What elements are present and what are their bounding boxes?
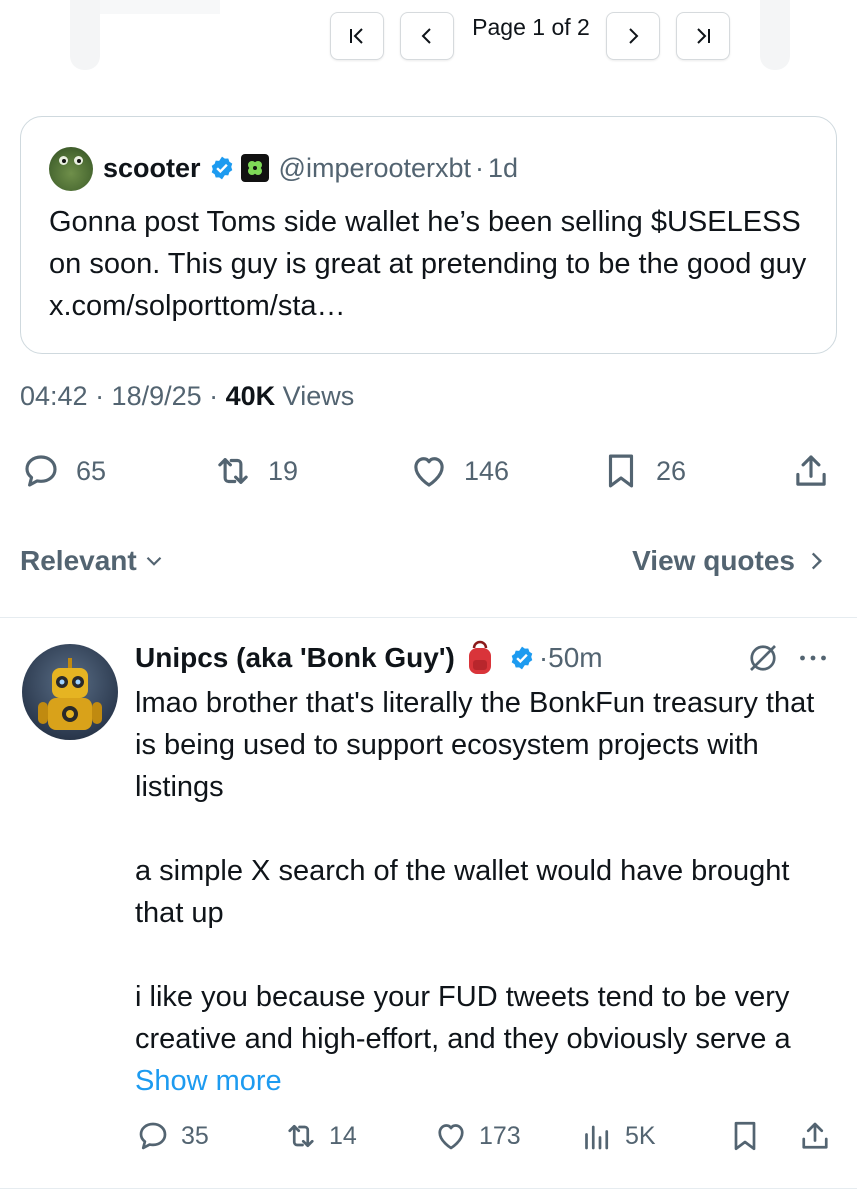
quoted-author-name[interactable]: scooter (103, 153, 201, 184)
share-button[interactable] (790, 450, 832, 492)
reply-icon (25, 455, 57, 487)
reply-text: lmao brother that's literally the BonkFu… (135, 682, 835, 1102)
next-page-button[interactable] (606, 12, 660, 60)
views-label: Views (275, 381, 355, 411)
view-quotes-label: View quotes (632, 545, 795, 576)
reply-author-avatar[interactable] (22, 644, 118, 740)
quoted-post-time: 1d (488, 152, 519, 183)
like-button[interactable]: 146 (408, 450, 509, 492)
view-quotes-link[interactable]: View quotes (632, 545, 829, 577)
quoted-post-text: Gonna post Toms side wallet he’s been se… (49, 206, 807, 322)
heart-icon (414, 457, 444, 487)
share-icon (796, 455, 826, 486)
share-icon (802, 1122, 828, 1149)
previous-page-button[interactable] (400, 12, 454, 60)
chevron-right-icon (629, 28, 639, 44)
affiliate-badge-icon (240, 154, 269, 182)
first-page-button[interactable] (330, 12, 384, 60)
views-count: 40K (225, 381, 276, 411)
reply-share-button[interactable] (797, 1118, 833, 1154)
reply-sort-label: Relevant (20, 545, 137, 576)
last-page-icon (697, 28, 710, 44)
reply-paragraph: i like you because your FUD tweets tend … (135, 981, 791, 1055)
quoted-post-header: scooter @imperooterxbt · 1d (103, 150, 518, 186)
section-divider (0, 617, 857, 618)
chevron-down-icon (146, 556, 161, 566)
page-indicator: Page 1 of 2 (472, 14, 590, 40)
reply-count: 65 (76, 455, 107, 486)
repost-count: 19 (268, 455, 299, 486)
verified-badge-icon (509, 645, 535, 671)
reply-icon (139, 1122, 167, 1150)
reply-reply-count: 35 (181, 1121, 209, 1150)
more-options-icon[interactable] (795, 640, 831, 676)
quoted-post-card[interactable]: scooter @imperooterxbt · 1d Gonna post T… (20, 116, 837, 354)
grok-icon[interactable] (745, 640, 781, 676)
repost-icon (218, 458, 248, 484)
quoted-author-handle: @imperooterxbt (278, 152, 472, 183)
reply-bookmark-button[interactable] (727, 1118, 763, 1154)
reply-header-icons (745, 640, 831, 676)
verified-badge-icon (209, 155, 235, 181)
reply-action-bar: 35 14 173 5K (135, 1118, 835, 1162)
bookmark-icon (608, 454, 634, 488)
pager-background-left (70, 0, 100, 70)
post-meta: 04:42 · 18/9/25 · 40K Views (20, 381, 354, 412)
post-action-bar: 65 19 146 26 (20, 450, 840, 500)
show-more-link[interactable]: Show more (135, 1065, 282, 1097)
separator-dot: · (475, 152, 485, 183)
reply-repost-button[interactable]: 14 (283, 1118, 357, 1154)
pager-background-top (80, 0, 220, 14)
reply-like-button[interactable]: 173 (433, 1118, 521, 1154)
reply-time: ·50m (538, 642, 603, 673)
reply-paragraph: a simple X search of the wallet would ha… (135, 855, 790, 929)
repost-button[interactable]: 19 (212, 450, 298, 492)
reply-repost-count: 14 (329, 1121, 357, 1150)
last-page-button[interactable] (676, 12, 730, 60)
pager-background-right (760, 0, 790, 70)
chevron-left-icon (421, 28, 431, 44)
reply-sort-dropdown[interactable]: Relevant (20, 545, 167, 577)
first-page-icon (350, 28, 363, 44)
reply-paragraph: lmao brother that's literally the BonkFu… (135, 687, 815, 803)
views-chart-icon (585, 1125, 609, 1150)
reply-views-button[interactable]: 5K (579, 1118, 656, 1154)
repost-icon (288, 1124, 314, 1148)
bottom-divider (0, 1188, 857, 1189)
bookmark-count: 26 (656, 455, 687, 486)
bookmark-icon (734, 1121, 756, 1151)
reply-author-name[interactable]: Unipcs (aka 'Bonk Guy') (135, 642, 455, 674)
quoted-author-avatar[interactable] (49, 147, 93, 191)
chevron-right-icon (811, 552, 823, 570)
reply-views-count: 5K (625, 1121, 656, 1150)
post-timestamp: 04:42 · 18/9/25 · (20, 381, 226, 411)
like-count: 146 (464, 455, 510, 486)
reply-reply-button[interactable]: 35 (135, 1118, 209, 1154)
reply-button[interactable]: 65 (20, 450, 106, 492)
reply-like-count: 173 (479, 1121, 521, 1150)
heart-icon (438, 1124, 464, 1150)
bookmark-button[interactable]: 26 (600, 450, 686, 492)
backpack-emoji-icon (465, 640, 495, 676)
reply-header: Unipcs (aka 'Bonk Guy') ·50m (135, 637, 603, 679)
